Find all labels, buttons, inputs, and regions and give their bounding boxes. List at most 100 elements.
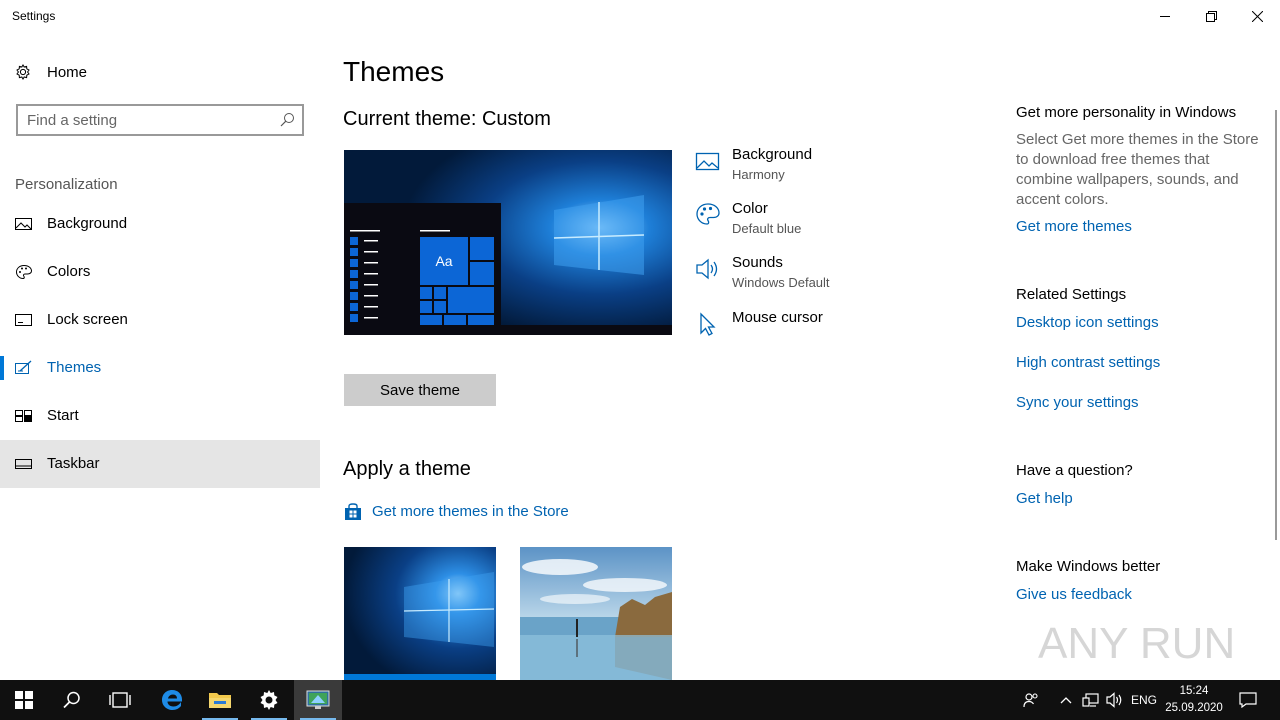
current-theme-heading: Current theme: Custom: [343, 108, 551, 130]
action-center-button[interactable]: [1232, 680, 1264, 720]
watermark: ANY RUN: [1036, 606, 1236, 670]
theme-property-mouse-cursor[interactable]: Mouse cursor: [694, 309, 994, 359]
app-button-active[interactable]: [294, 680, 342, 720]
home-nav[interactable]: Home: [0, 56, 320, 88]
task-view-button[interactable]: [96, 680, 144, 720]
save-theme-button[interactable]: Save theme: [344, 374, 496, 406]
lock-screen-icon: [15, 314, 32, 326]
windows-logo-icon: [15, 691, 33, 709]
monitor-app-icon: [306, 690, 330, 709]
desktop-icon-settings-link[interactable]: Desktop icon settings: [1016, 314, 1159, 331]
search-box[interactable]: [16, 104, 304, 136]
clock-date: 25.09.2020: [1165, 702, 1223, 714]
section-header: Personalization: [15, 176, 118, 193]
search-icon: [280, 113, 294, 127]
picture-icon: [15, 218, 32, 230]
file-explorer-button[interactable]: [196, 680, 244, 720]
start-icon: [15, 410, 32, 422]
theme-preview: Aa: [344, 150, 672, 335]
palette-icon: [15, 264, 33, 280]
search-input[interactable]: [27, 110, 267, 130]
people-icon: [1023, 693, 1038, 708]
theme-thumbnail-windows-image: [344, 547, 496, 680]
edge-icon: [162, 690, 182, 710]
property-subtitle: Harmony: [732, 167, 785, 182]
watermark-text: ANY RUN: [1038, 619, 1235, 668]
sidebar-item-background[interactable]: Background: [0, 200, 320, 248]
theme-thumbnail-windows[interactable]: [344, 547, 496, 680]
gear-icon: [16, 64, 30, 80]
cursor-icon: [700, 312, 716, 336]
store-link-label: Get more themes in the Store: [372, 503, 569, 520]
people-button[interactable]: [1018, 680, 1044, 720]
notification-icon: [1239, 692, 1257, 708]
close-button[interactable]: [1234, 0, 1280, 32]
language-indicator[interactable]: ENG: [1128, 680, 1160, 720]
chevron-up-icon: [1060, 697, 1072, 704]
tray-overflow-button[interactable]: [1056, 680, 1076, 720]
sidebar: Home Personalization Background Colors: [0, 32, 320, 680]
taskbar: ENG 15:24 25.09.2020: [0, 680, 1280, 720]
sidebar-item-start[interactable]: Start: [0, 392, 320, 440]
theme-property-color[interactable]: Color Default blue: [694, 200, 994, 250]
sidebar-item-label: Background: [47, 215, 128, 232]
volume-button[interactable]: [1104, 680, 1126, 720]
store-icon: [345, 503, 361, 520]
speaker-icon: [696, 258, 718, 280]
get-help-link[interactable]: Get help: [1016, 490, 1073, 507]
window-title: Settings: [12, 9, 56, 23]
minimize-button[interactable]: [1142, 0, 1188, 32]
settings-window: Settings Home Personalization: [0, 0, 1280, 680]
active-indicator: [0, 356, 4, 380]
network-button[interactable]: [1080, 680, 1102, 720]
sidebar-item-label: Taskbar: [47, 455, 100, 472]
give-feedback-link[interactable]: Give us feedback: [1016, 586, 1132, 603]
sidebar-item-lock-screen[interactable]: Lock screen: [0, 296, 320, 344]
home-label: Home: [47, 64, 88, 81]
close-icon: [1251, 10, 1263, 22]
property-title: Mouse cursor: [732, 309, 823, 326]
apply-theme-heading: Apply a theme: [343, 458, 471, 480]
personality-header: Get more personality in Windows: [1016, 104, 1237, 121]
page-title: Themes: [343, 56, 445, 87]
question-header: Have a question?: [1016, 462, 1133, 479]
property-title: Color: [732, 200, 768, 217]
language-label: ENG: [1130, 693, 1157, 707]
network-icon: [1082, 693, 1099, 707]
high-contrast-settings-link[interactable]: High contrast settings: [1016, 354, 1160, 371]
search-icon: [63, 691, 80, 709]
sidebar-item-colors[interactable]: Colors: [0, 248, 320, 296]
property-title: Sounds: [732, 254, 783, 271]
edge-button[interactable]: [148, 680, 196, 720]
start-button[interactable]: [0, 680, 48, 720]
theme-thumbnail-beach[interactable]: [520, 547, 672, 680]
speaker-icon: [1106, 692, 1122, 708]
palette-icon: [696, 203, 720, 225]
settings-button[interactable]: [245, 680, 293, 720]
theme-property-background[interactable]: Background Harmony: [694, 146, 994, 196]
sidebar-item-label: Start: [47, 407, 79, 424]
sidebar-item-themes[interactable]: Themes: [0, 344, 320, 392]
get-more-themes-link[interactable]: Get more themes: [1016, 218, 1132, 235]
task-view-icon: [109, 692, 131, 708]
property-subtitle: Default blue: [732, 221, 802, 236]
sync-settings-link[interactable]: Sync your settings: [1016, 394, 1139, 411]
restore-button[interactable]: [1188, 0, 1234, 32]
sidebar-item-taskbar[interactable]: Taskbar: [0, 440, 320, 488]
theme-preview-image: Aa: [344, 150, 672, 335]
sidebar-item-label: Lock screen: [47, 311, 128, 328]
related-settings-header: Related Settings: [1016, 286, 1127, 303]
scrollbar[interactable]: [1275, 110, 1277, 540]
restore-icon: [1205, 10, 1217, 22]
theme-property-sounds[interactable]: Sounds Windows Default: [694, 254, 994, 304]
search-button[interactable]: [48, 680, 96, 720]
preview-tile-label: Aa: [435, 253, 452, 269]
title-bar: Settings: [0, 0, 1280, 32]
minimize-icon: [1160, 16, 1170, 17]
right-pane: Get more personality in Windows Select G…: [1000, 32, 1270, 680]
gear-icon: [260, 690, 278, 710]
property-title: Background: [732, 146, 813, 163]
taskbar-icon: [15, 459, 32, 469]
sidebar-item-label: Colors: [47, 263, 91, 280]
clock[interactable]: 15:24 25.09.2020: [1160, 683, 1228, 717]
